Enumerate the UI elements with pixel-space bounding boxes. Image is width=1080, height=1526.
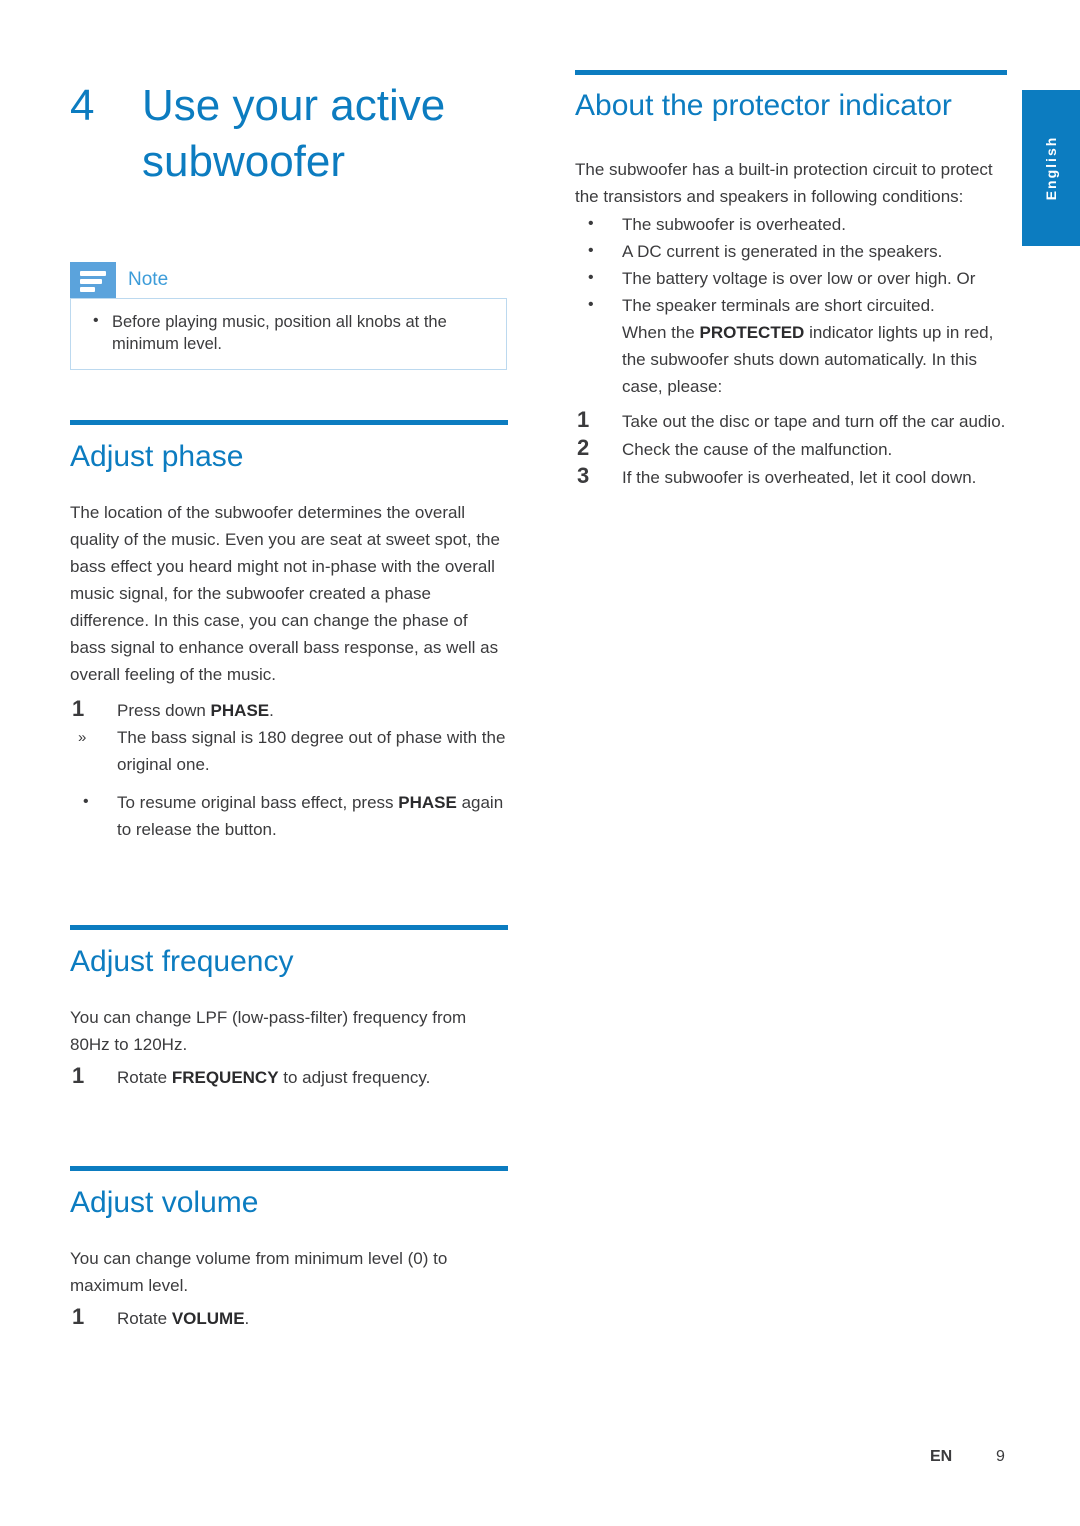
section-title: Adjust phase [70,440,244,473]
note-label: Note [128,269,169,290]
step-list: 1 Take out the disc or tape and turn off … [575,407,1007,491]
section-title: Adjust volume [70,1186,259,1219]
step-item: 1 Rotate VOLUME. [70,1304,508,1332]
step-number: 2 [577,435,590,460]
manual-page: English 4 Use your active subwoofer Note… [0,0,1080,1526]
section-paragraph: You can change volume from minimum level… [70,1249,448,1295]
bullet-text-bold: PHASE [398,793,457,812]
section-paragraph: The location of the subwoofer determines… [70,503,500,684]
step-text: Check the cause of the malfunction. [622,440,893,459]
bullet-item: To resume original bass effect, press PH… [70,788,508,843]
section-about-protector-indicator: About the protector indicator The subwoo… [575,70,1007,491]
step-number: 1 [72,1063,85,1088]
section-paragraph: You can change LPF (low-pass-filter) fre… [70,1008,467,1054]
subnote-list: The bass signal is 180 degree out of pha… [70,724,508,778]
step-list: 1 Press down PHASE. [70,696,508,724]
subnote-item: The bass signal is 180 degree out of pha… [70,724,508,778]
section-adjust-volume: Adjust volume You can change volume from… [70,1166,508,1332]
chapter-heading: 4 Use your active subwoofer [70,78,520,190]
condition-item: The battery voltage is over low or over … [575,264,1007,292]
step-text-pre: Rotate [117,1309,172,1328]
step-number: 1 [72,696,85,721]
note-list-item: Before playing music, position all knobs… [85,310,492,355]
language-side-tab: English [1022,90,1080,246]
protected-note-pre: When the [622,323,700,342]
section-intro-paragraph: The subwoofer has a built-in protection … [575,160,993,206]
step-text-pre: Press down [117,701,211,720]
step-item: 2 Check the cause of the malfunction. [575,435,1007,463]
bullet-text-pre: To resume original bass effect, press [117,793,399,812]
page-footer: EN 9 [0,1448,1080,1472]
footer-language-code: EN [930,1448,953,1465]
step-text-post: . [269,701,274,720]
step-item: 1 Press down PHASE. [70,696,508,724]
step-text-bold: FREQUENCY [171,1068,279,1087]
section-adjust-phase: Adjust phase The location of the subwoof… [70,420,508,843]
step-list: 1 Rotate VOLUME. [70,1304,508,1332]
condition-item: The speaker terminals are short circuite… [575,291,1007,319]
step-item: 1 Take out the disc or tape and turn off … [575,407,1007,435]
section-rule [70,1166,508,1171]
section-rule [70,420,508,425]
step-text-post: to adjust frequency. [278,1068,431,1087]
step-number: 1 [72,1304,85,1329]
note-body: Before playing music, position all knobs… [70,298,507,370]
protected-note-bold: PROTECTED [699,323,805,342]
step-text: If the subwoofer is overheated, let it c… [622,468,977,487]
note-icon [70,262,116,298]
note-header: Note [70,262,507,298]
note-list: Before playing music, position all knobs… [85,310,492,355]
chapter-number: 4 [70,81,95,130]
condition-item: A DC current is generated in the speaker… [575,237,1007,265]
step-number: 1 [577,407,590,432]
step-text-bold: PHASE [210,701,270,720]
section-rule [575,70,1007,75]
chapter-title: Use your active subwoofer [142,81,446,186]
footer-page-number: 9 [996,1448,1005,1465]
section-rule [70,925,508,930]
bullet-list: To resume original bass effect, press PH… [70,788,508,843]
step-list: 1 Rotate FREQUENCY to adjust frequency. [70,1063,508,1091]
condition-list: The subwoofer is overheated. A DC curren… [575,210,1007,319]
step-text-post: . [244,1309,250,1328]
condition-item: The subwoofer is overheated. [575,210,1007,238]
step-text: Take out the disc or tape and turn off t… [622,412,1006,431]
step-text-bold: VOLUME [171,1309,245,1328]
step-number: 3 [577,463,590,488]
language-side-tab-label: English [1043,135,1059,201]
section-title: About the protector indicator [575,89,952,122]
step-item: 3 If the subwoofer is overheated, let it … [575,463,1007,491]
protected-indicator-note: When the PROTECTED indicator lights up i… [575,319,1007,400]
step-item: 1 Rotate FREQUENCY to adjust frequency. [70,1063,508,1091]
note-box: Note Before playing music, position all … [70,262,507,370]
step-text-pre: Rotate [117,1068,172,1087]
section-adjust-frequency: Adjust frequency You can change LPF (low… [70,925,508,1091]
section-title: Adjust frequency [70,945,294,978]
